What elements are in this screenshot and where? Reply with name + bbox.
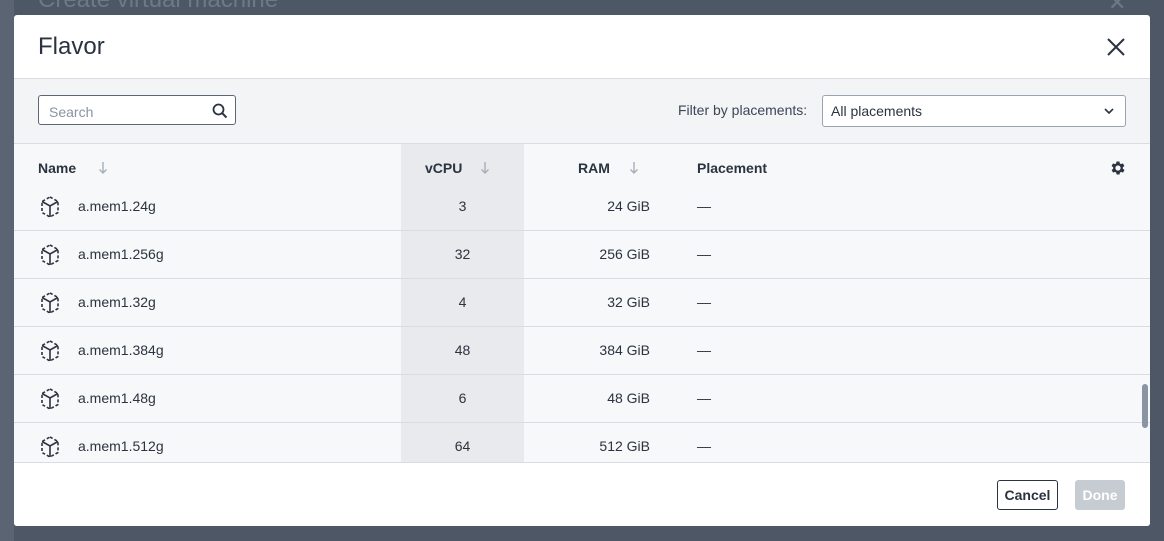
cube-icon bbox=[41, 388, 59, 410]
table-row[interactable]: a.mem1.24g 3 24 GiB — bbox=[14, 192, 1150, 231]
column-header-placement: Placement bbox=[697, 160, 768, 176]
table-scrollbar[interactable] bbox=[1142, 384, 1148, 428]
flavor-ram: 48 GiB bbox=[607, 390, 650, 406]
flavor-name: a.mem1.512g bbox=[78, 438, 164, 454]
flavor-vcpu: 4 bbox=[458, 294, 467, 310]
column-header-ram[interactable]: RAM bbox=[578, 160, 610, 176]
flavor-placement: — bbox=[697, 246, 711, 262]
flavor-name: a.mem1.384g bbox=[78, 342, 164, 358]
search-icon[interactable] bbox=[212, 103, 228, 119]
flavor-ram: 384 GiB bbox=[599, 342, 650, 358]
table-row[interactable]: a.mem1.32g 4 32 GiB — bbox=[14, 279, 1150, 327]
flavor-vcpu: 32 bbox=[454, 246, 471, 262]
background-dialog-title: Create virtual machine bbox=[38, 0, 278, 14]
flavor-placement: — bbox=[697, 390, 711, 406]
table-row[interactable]: a.mem1.48g 6 48 GiB — bbox=[14, 375, 1150, 423]
sort-vcpu-arrow-down-icon[interactable] bbox=[480, 161, 490, 175]
background-close-icon: ✕ bbox=[1108, 0, 1127, 15]
table-body: a.mem1.24g 3 24 GiB — a.mem1.256g 32 256 GiB — a… bbox=[14, 192, 1150, 462]
flavor-vcpu: 64 bbox=[454, 438, 471, 454]
background-edge bbox=[0, 0, 14, 541]
dialog-title: Flavor bbox=[38, 33, 105, 60]
chevron-down-icon bbox=[1104, 108, 1114, 115]
flavor-vcpu: 6 bbox=[458, 390, 467, 406]
flavor-vcpu: 3 bbox=[458, 198, 467, 214]
table-row[interactable]: a.mem1.384g 48 384 GiB — bbox=[14, 327, 1150, 375]
flavor-name: a.mem1.24g bbox=[78, 198, 156, 214]
sort-ram-arrow-down-icon[interactable] bbox=[629, 161, 639, 175]
sorted-column-highlight bbox=[401, 144, 524, 192]
placement-filter-value: All placements bbox=[831, 103, 923, 119]
dialog-footer: Cancel Done bbox=[14, 462, 1150, 526]
flavor-placement: — bbox=[697, 342, 711, 358]
cube-icon bbox=[41, 340, 59, 362]
column-header-vcpu[interactable]: vCPU bbox=[425, 160, 462, 176]
flavor-dialog: Flavor Filter by placements: All placeme… bbox=[14, 15, 1150, 526]
filter-label: Filter by placements: bbox=[678, 102, 808, 118]
column-header-name[interactable]: Name bbox=[38, 160, 76, 176]
table-header: Name vCPU RAM Placement bbox=[14, 144, 1150, 193]
sort-name-arrow-down-icon[interactable] bbox=[98, 161, 108, 175]
cancel-button[interactable]: Cancel bbox=[997, 480, 1058, 510]
flavor-name: a.mem1.48g bbox=[78, 390, 156, 406]
toolbar: Filter by placements: All placements bbox=[14, 79, 1150, 144]
search-box[interactable] bbox=[38, 95, 236, 125]
flavor-placement: — bbox=[697, 294, 711, 310]
flavor-ram: 24 GiB bbox=[607, 198, 650, 214]
flavor-vcpu: 48 bbox=[454, 342, 471, 358]
flavor-name: a.mem1.32g bbox=[78, 294, 156, 310]
table-row[interactable]: a.mem1.256g 32 256 GiB — bbox=[14, 231, 1150, 279]
close-icon[interactable] bbox=[1104, 35, 1128, 59]
flavor-name: a.mem1.256g bbox=[78, 246, 164, 262]
flavor-ram: 32 GiB bbox=[607, 294, 650, 310]
gear-icon[interactable] bbox=[1109, 159, 1127, 177]
table-row[interactable]: a.mem1.512g 64 512 GiB — bbox=[14, 423, 1150, 462]
cube-icon bbox=[41, 244, 59, 266]
done-button[interactable]: Done bbox=[1075, 480, 1125, 510]
placement-filter-select[interactable]: All placements bbox=[822, 95, 1126, 127]
flavor-placement: — bbox=[697, 198, 711, 214]
flavor-ram: 512 GiB bbox=[599, 438, 650, 454]
cube-icon bbox=[41, 196, 59, 218]
cube-icon bbox=[41, 292, 59, 314]
search-input[interactable] bbox=[47, 102, 201, 122]
dialog-header: Flavor bbox=[14, 15, 1150, 79]
cube-icon bbox=[41, 436, 59, 458]
flavor-placement: — bbox=[697, 438, 711, 454]
flavor-ram: 256 GiB bbox=[599, 246, 650, 262]
